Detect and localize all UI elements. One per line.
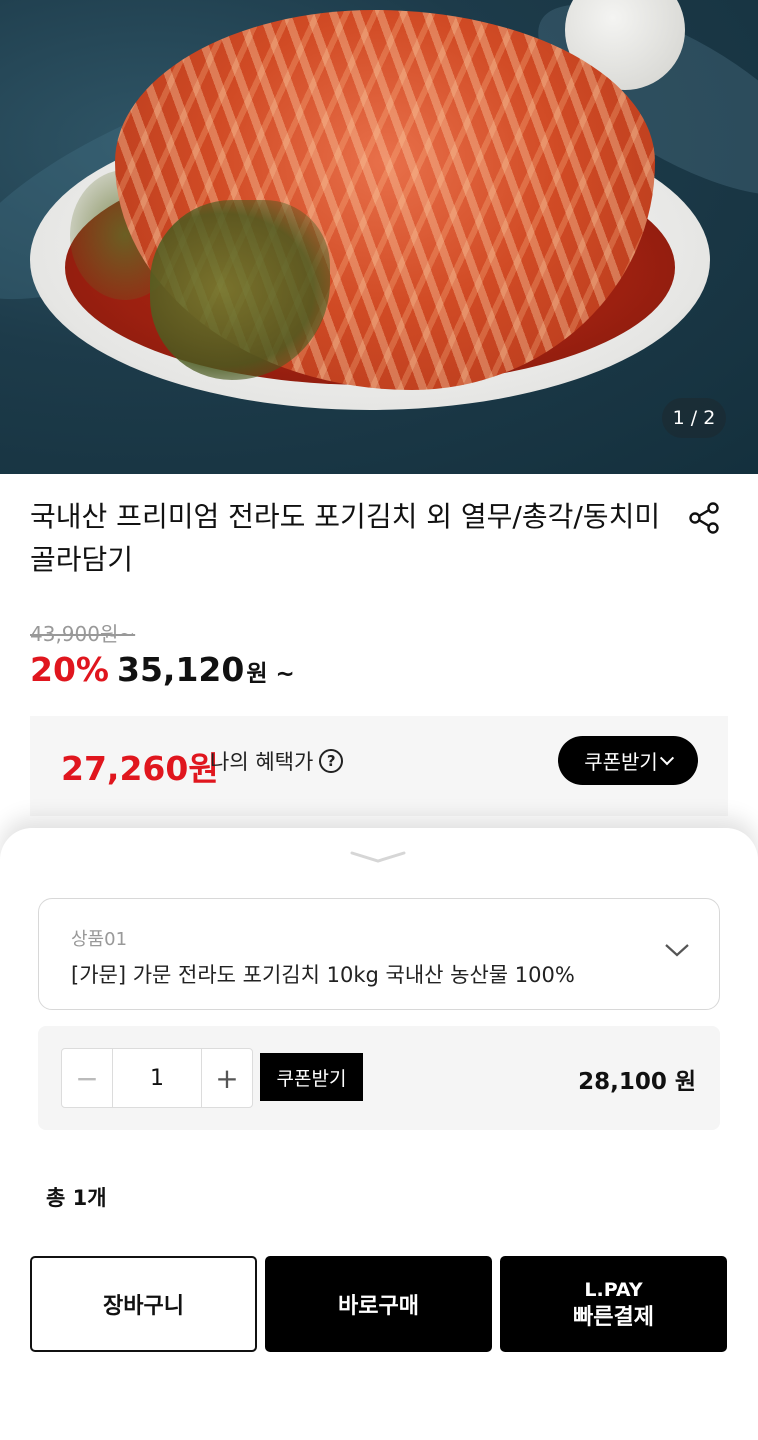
option-select[interactable]: 상품01 [가문] 가문 전라도 포기김치 10kg 국내산 농산물 100% — [38, 898, 720, 1010]
quantity-value[interactable]: 1 — [112, 1049, 202, 1107]
increase-button[interactable]: + — [202, 1049, 252, 1107]
lpay-button[interactable]: L.PAY 빠른결제 — [500, 1256, 727, 1352]
option-value: [가문] 가문 전라도 포기김치 10kg 국내산 농산물 100% — [71, 963, 575, 987]
lpay-button-label: L.PAY — [584, 1279, 643, 1301]
image-counter: 1 / 2 — [662, 398, 726, 438]
quantity-stepper: − 1 + — [61, 1048, 253, 1108]
chevron-down-icon — [659, 750, 674, 765]
share-icon[interactable] — [686, 500, 722, 536]
item-price: 28,100 원 — [578, 1069, 696, 1095]
buy-now-button-label: 바로구매 — [338, 1294, 419, 1319]
decrease-button[interactable]: − — [62, 1049, 112, 1107]
product-image[interactable]: 1 / 2 — [0, 0, 758, 474]
price-row: 20% 35,120 원 ~ — [30, 650, 295, 689]
item-coupon-button[interactable]: 쿠폰받기 — [260, 1053, 363, 1101]
benefit-label: 나의 혜택가 ? — [210, 746, 344, 776]
selected-item: − 1 + 쿠폰받기 28,100 원 — [38, 1026, 720, 1130]
option-label: 상품01 — [71, 929, 128, 950]
add-to-cart-button[interactable]: 장바구니 — [30, 1256, 257, 1352]
coupon-button[interactable]: 쿠폰받기 — [558, 736, 698, 785]
lpay-button-sublabel: 빠른결제 — [573, 1305, 654, 1330]
total-count: 총 1개 — [46, 1186, 107, 1210]
sheet-handle-icon[interactable] — [350, 850, 406, 864]
benefit-label-text: 나의 혜택가 — [210, 750, 314, 774]
benefit-price: 27,260원 — [61, 749, 219, 788]
benefit-box: 27,260원 나의 혜택가 ? 쿠폰받기 — [30, 716, 728, 816]
help-icon[interactable]: ? — [319, 749, 344, 773]
coupon-button-label: 쿠폰받기 — [584, 750, 658, 774]
buy-now-button[interactable]: 바로구매 — [265, 1256, 492, 1352]
cart-button-label: 장바구니 — [103, 1294, 184, 1319]
chevron-down-icon — [665, 944, 689, 957]
original-price: 43,900원~ — [30, 622, 136, 646]
option-bottom-sheet: 상품01 [가문] 가문 전라도 포기김치 10kg 국내산 농산물 100% … — [0, 828, 758, 1440]
product-title: 국내산 프리미엄 전라도 포기김치 외 열무/총각/동치미 골라담기 — [30, 500, 661, 576]
sale-price-unit: 원 ~ — [246, 661, 295, 687]
discount-rate: 20% — [30, 650, 109, 689]
sale-price: 35,120 — [117, 650, 245, 689]
